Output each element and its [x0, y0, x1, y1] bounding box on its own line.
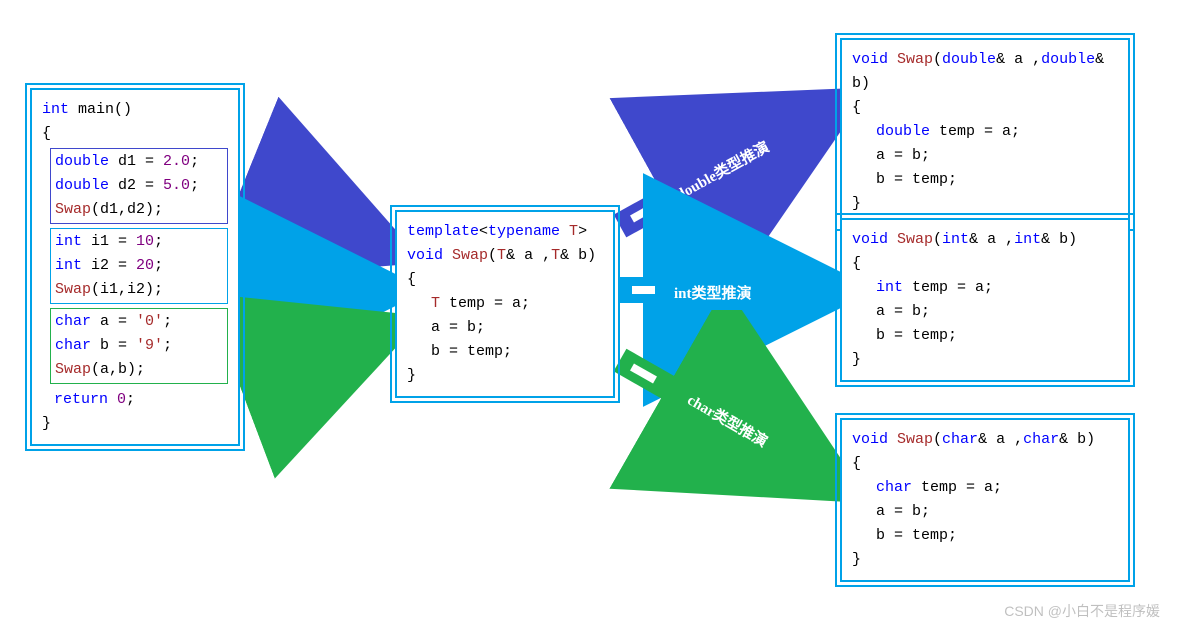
main-sig: int main() [42, 98, 228, 122]
main-code-box: int main() { double d1 = 2.0; double d2 … [30, 88, 240, 446]
return-line: return 0; [42, 388, 228, 412]
watermark: CSDN @小白不是程序媛 [1004, 600, 1160, 622]
char-instance-box: void Swap(char& a ,char& b) { char temp … [840, 418, 1130, 582]
brace-open: { [42, 122, 228, 146]
double-block: double d1 = 2.0; double d2 = 5.0; Swap(d… [50, 148, 228, 224]
template-code-box: template<typename T> void Swap(T& a ,T& … [395, 210, 615, 398]
arrow-label-char: char类型推演 [684, 391, 770, 451]
arrow-label-int: int类型推演 [660, 278, 766, 310]
brace-close: } [42, 412, 228, 436]
char-block: char a = '0'; char b = '9'; Swap(a,b); [50, 308, 228, 384]
int-instance-box: void Swap(int& a ,int& b) { int temp = a… [840, 218, 1130, 382]
double-instance-box: void Swap(double& a ,double& b) { double… [840, 38, 1130, 226]
int-block: int i1 = 10; int i2 = 20; Swap(i1,i2); [50, 228, 228, 304]
arrow-label-double: double类型推演 [673, 138, 772, 204]
